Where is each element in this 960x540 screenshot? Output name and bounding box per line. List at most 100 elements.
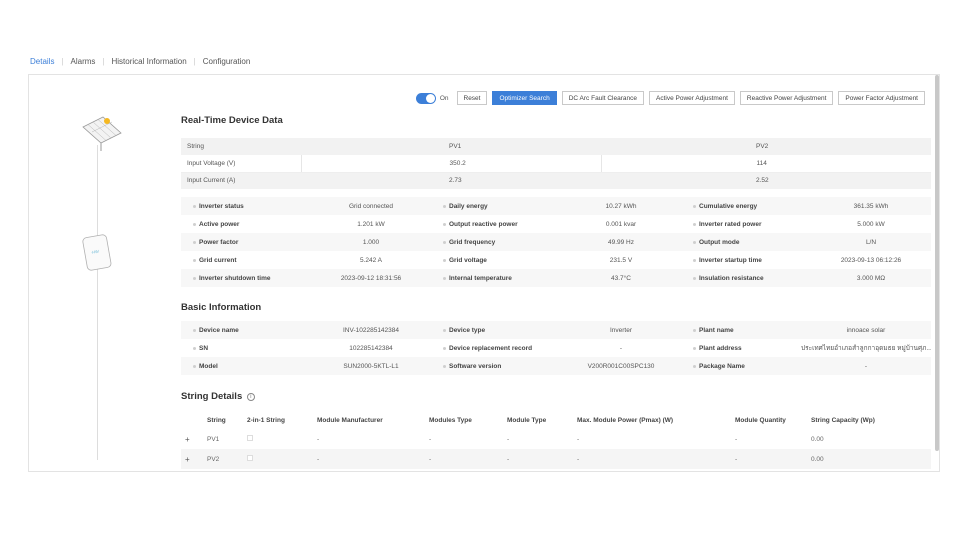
column-header: Module Manufacturer [317,417,383,424]
tab-details[interactable]: Details [28,57,56,66]
table-row: Inverter status Grid connected Daily ener… [181,197,931,215]
pv1-voltage: 350.2 [300,155,601,173]
pv1-header: PV1 [301,138,601,155]
column-header: String Capacity (Wp) [811,417,875,424]
two-in-one-checkbox[interactable] [243,449,313,469]
metric-label: Cumulative energy [681,197,811,215]
tab-historical-information[interactable]: Historical Information [110,57,189,66]
expand-icon[interactable]: + [181,449,203,469]
table-row: Active power 1.201 kW Output reactive pow… [181,215,931,233]
column-header: Max. Module Power (Pmax) (W) [577,417,674,424]
info-value: Inverter [561,321,681,339]
info-value: - [801,357,931,375]
connection-line [97,270,98,460]
pv2-header: PV2 [601,138,931,155]
table-row: Input Voltage (V) 350.2 114 [181,155,931,173]
table-row: SN 102285142384 Device replacement record… [181,339,931,357]
metric-label: Inverter rated power [681,215,811,233]
string-details-title-text: String Details [181,391,243,402]
two-in-one-checkbox[interactable] [243,429,313,449]
table-header-row: String 2-in-1 String Module Manufacturer… [181,412,931,429]
info-label: Plant address [681,339,801,357]
expand-column-header [181,412,203,429]
metric-label: Inverter status [181,197,311,215]
vertical-scrollbar[interactable] [935,75,939,451]
realtime-metrics-table: Inverter status Grid connected Daily ener… [181,197,931,287]
modules-type: - [429,435,432,443]
table-row: Model SUN2000-5KTL-L1 Software version V20… [181,357,931,375]
metric-value: Grid connected [311,197,431,215]
metric-value: 10.27 kWh [561,197,681,215]
pv1-current: 2.73 [301,172,601,189]
reactive-power-adjustment-button[interactable]: Reactive Power Adjustment [739,91,834,105]
table-row: Power factor 1.000 Grid frequency 49.99 Hz… [181,233,931,251]
status-toggle[interactable] [415,92,436,104]
active-power-adjustment-button[interactable]: Active Power Adjustment [648,91,735,105]
modules-type: - [425,449,503,469]
metric-value: 5.000 kW [857,220,885,228]
module-manufacturer: - [313,449,425,469]
info-label: Model [181,357,311,375]
string-io-table: String PV1 PV2 Input Voltage (V) 350.2 1… [181,138,931,189]
module-quantity: - [735,435,738,443]
expand-icon[interactable]: + [181,429,203,449]
metric-label: Daily energy [431,197,561,215]
tab-configuration[interactable]: Configuration [201,57,253,66]
info-value: SUN2000-5KTL-L1 [311,357,431,375]
action-toolbar: On Reset Optimizer Search DC Arc Fault C… [415,91,925,105]
row-label: Input Current (A) [181,172,301,189]
table-row: + PV2 - - - - - 0.00 [181,449,931,469]
metric-label: Active power [181,215,311,233]
metric-value: 231.5 V [609,256,633,264]
string-details-section-title: String Details i [181,391,255,402]
tab-separator: | [61,57,64,66]
metric-value: 0.001 kvar [605,220,637,228]
column-header: Module Type [507,417,547,424]
column-header: Modules Type [429,417,472,424]
metric-value: 2023-09-12 18:31:56 [311,269,431,287]
metric-value: 49.99 Hz [561,233,681,251]
details-panel: ·HW On Reset Optimizer Search DC Arc Fau… [28,74,940,472]
string-capacity: 0.00 [807,449,931,469]
tab-alarms[interactable]: Alarms [69,57,98,66]
table-row: Input Current (A) 2.73 2.52 [181,172,931,189]
info-value: V200R001C00SPC130 [561,357,681,375]
metric-value: 1.000 [311,233,431,251]
info-icon[interactable]: i [246,393,255,401]
pv2-voltage: 114 [600,155,931,173]
table-row: Inverter shutdown time 2023-09-12 18:31:5… [181,269,931,287]
tab-separator: | [193,57,196,66]
info-label: Plant name [681,321,801,339]
metric-value: 361.35 kWh [811,197,931,215]
metric-label: Inverter shutdown time [181,269,311,287]
string-name: PV2 [203,449,243,469]
string-details-table: String 2-in-1 String Module Manufacturer… [181,412,931,469]
metric-value: 5.242 A [359,256,383,264]
info-label: Package Name [681,357,801,375]
table-row: Device name INV-102285142384 Device type I… [181,321,931,339]
column-header: Module Quantity [735,417,786,424]
info-label: SN [181,339,311,357]
info-value: ประเทศไทยอำเภอสำลูกกาอุดมธย หมู่บ้านศุภ.… [801,345,931,352]
module-type: - [507,435,510,443]
info-value: INV-102285142384 [311,321,431,339]
metric-label: Grid frequency [431,233,561,251]
optimizer-search-button[interactable]: Optimizer Search [492,91,557,105]
max-module-power: - [573,449,731,469]
inverter-device-icon: ·HW [82,234,112,271]
string-capacity: 0.00 [811,435,824,443]
row-label: String [181,138,301,155]
metric-label: Output reactive power [431,215,561,233]
table-row: Grid current 5.242 A Grid voltage 231.5 V … [181,251,931,269]
module-manufacturer: - [317,435,320,443]
info-value: 102285142384 [349,344,393,352]
reset-button[interactable]: Reset [456,91,488,105]
basic-info-section-title: Basic Information [181,302,262,313]
row-label: Input Voltage (V) [181,155,301,173]
dc-arc-fault-clearance-button[interactable]: DC Arc Fault Clearance [561,91,644,105]
table-row: String PV1 PV2 [181,138,931,155]
realtime-section-title: Real-Time Device Data [181,115,283,126]
metric-label: Grid current [181,251,311,269]
module-type: - [503,449,573,469]
power-factor-adjustment-button[interactable]: Power Factor Adjustment [838,91,925,105]
